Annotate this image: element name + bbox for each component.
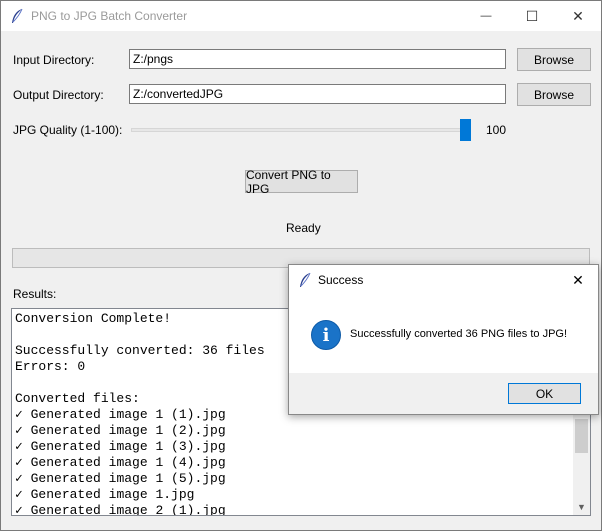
maximize-button[interactable]: ☐ xyxy=(509,1,555,31)
results-label: Results: xyxy=(13,287,57,301)
input-directory-label: Input Directory: xyxy=(13,53,95,67)
dialog-body: i Successfully converted 36 PNG files to… xyxy=(289,294,598,373)
dialog-title-bar[interactable]: Success ✕ xyxy=(289,265,598,294)
dialog-close-button[interactable]: ✕ xyxy=(567,269,589,291)
title-bar[interactable]: PNG to JPG Batch Converter — ☐ ✕ xyxy=(1,1,601,31)
results-line: ✓ Generated image 1 (1).jpg xyxy=(15,407,226,422)
dialog-message: Successfully converted 36 PNG files to J… xyxy=(350,328,568,340)
scrollbar-thumb[interactable] xyxy=(575,419,588,453)
feather-icon xyxy=(300,272,311,287)
quality-value: 100 xyxy=(486,123,507,137)
status-text: Ready xyxy=(286,221,321,235)
results-line xyxy=(15,327,265,343)
results-line xyxy=(15,375,265,391)
ok-button[interactable]: OK xyxy=(508,383,581,404)
results-line: Converted files: xyxy=(15,391,140,406)
results-line: ✓ Generated image 1 (4).jpg xyxy=(15,455,226,470)
close-button[interactable]: ✕ xyxy=(555,1,601,31)
success-dialog: Success ✕ i Successfully converted 36 PN… xyxy=(288,264,599,415)
results-line: ✓ Generated image 1 (5).jpg xyxy=(15,471,226,486)
input-browse-button[interactable]: Browse xyxy=(517,48,591,71)
minimize-button[interactable]: — xyxy=(463,1,509,31)
results-line: Errors: 0 xyxy=(15,359,86,374)
quality-slider[interactable] xyxy=(131,128,471,132)
results-line: Conversion Complete! xyxy=(15,311,172,326)
feather-icon xyxy=(12,8,23,23)
close-icon: ✕ xyxy=(572,7,584,24)
quality-label: JPG Quality (1-100): xyxy=(13,123,123,137)
close-icon: ✕ xyxy=(572,271,584,288)
results-line: Successfully converted: 36 files xyxy=(15,343,265,358)
convert-button[interactable]: Convert PNG to JPG xyxy=(245,168,358,196)
minimize-icon: — xyxy=(480,10,492,22)
scroll-down-icon[interactable]: ▼ xyxy=(573,498,590,515)
dialog-title: Success xyxy=(318,273,364,287)
info-icon: i xyxy=(311,320,341,350)
maximize-icon: ☐ xyxy=(525,7,539,24)
results-line: ✓ Generated image 2 (1).jpg xyxy=(15,503,226,516)
results-line: ✓ Generated image 1 (2).jpg xyxy=(15,423,226,438)
output-directory-label: Output Directory: xyxy=(13,88,104,102)
results-content: Conversion Complete! Successfully conver… xyxy=(15,311,265,516)
output-directory-field[interactable]: Z:/convertedJPG xyxy=(129,84,506,104)
input-directory-field[interactable]: Z:/pngs xyxy=(129,49,506,69)
output-browse-button[interactable]: Browse xyxy=(517,83,591,106)
window-title: PNG to JPG Batch Converter xyxy=(31,9,188,23)
results-line: ✓ Generated image 1 (3).jpg xyxy=(15,439,226,454)
results-line: ✓ Generated image 1.jpg xyxy=(15,487,195,502)
quality-slider-thumb[interactable] xyxy=(460,119,471,141)
